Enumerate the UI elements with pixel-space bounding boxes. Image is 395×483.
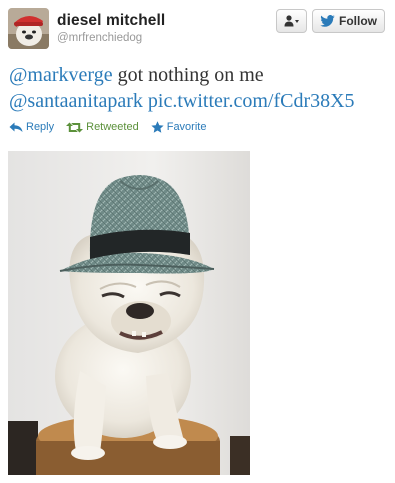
- twitter-bird-icon: [320, 15, 335, 27]
- tweet-card: diesel mitchell @mrfrenchiedog Follow @m…: [0, 0, 395, 483]
- retweeted-action[interactable]: Retweeted: [66, 121, 139, 133]
- retweet-icon: [66, 122, 84, 132]
- dog-in-hat-image: [8, 151, 250, 475]
- tweet-text-body: got nothing on me: [112, 64, 264, 86]
- tweet-photo[interactable]: [8, 151, 250, 475]
- retweeted-label: Retweeted: [86, 121, 139, 133]
- reply-icon: [9, 122, 23, 132]
- favorite-action[interactable]: Favorite: [151, 121, 207, 133]
- user-dropdown-icon: [284, 15, 299, 27]
- star-icon: [151, 121, 164, 133]
- avatar[interactable]: [8, 8, 49, 49]
- tweet-actions: Reply Retweeted Favorite: [9, 119, 218, 135]
- media-link[interactable]: pic.twitter.com/fCdr38X5: [148, 90, 355, 112]
- mention-link[interactable]: @markverge: [9, 64, 113, 86]
- avatar-image: [8, 8, 49, 49]
- follow-label: Follow: [339, 14, 377, 28]
- mention-link[interactable]: @santaanitapark: [9, 90, 143, 112]
- screen-name[interactable]: @mrfrenchiedog: [57, 32, 142, 44]
- user-actions-button[interactable]: [276, 9, 307, 33]
- favorite-label: Favorite: [166, 121, 207, 133]
- tweet-text: @markverge got nothing on me @santaanita…: [9, 62, 389, 114]
- display-name[interactable]: diesel mitchell: [57, 12, 165, 30]
- follow-button[interactable]: Follow: [312, 9, 385, 33]
- reply-action[interactable]: Reply: [9, 121, 54, 133]
- reply-label: Reply: [26, 121, 55, 133]
